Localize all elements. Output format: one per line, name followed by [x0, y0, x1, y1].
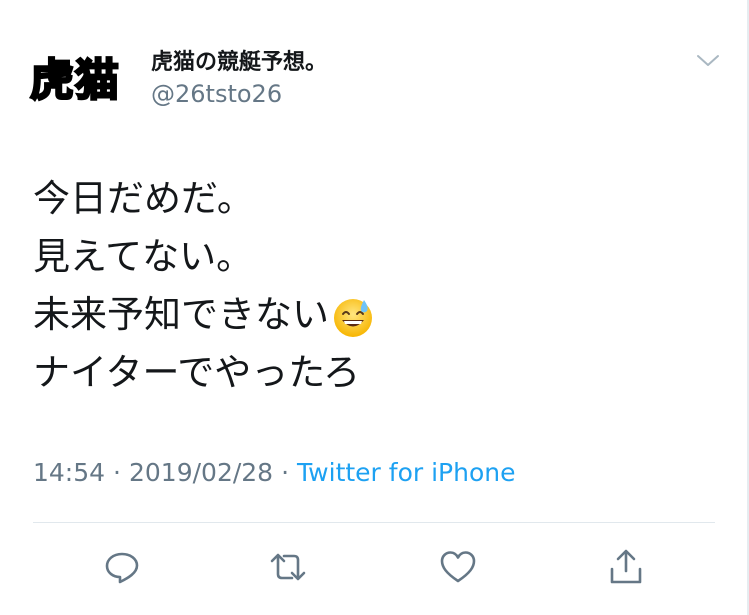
- tweet-meta: 14:54 · 2019/02/28 · Twitter for iPhone: [33, 458, 516, 487]
- share-icon: [606, 547, 646, 591]
- meta-separator: ·: [281, 458, 290, 487]
- tweet-date[interactable]: 2019/02/28: [129, 458, 273, 487]
- tweet-text: 今日だめだ。 見えてない。 未来予知できない ナイターでやったろ: [33, 170, 723, 402]
- tweet-source-link[interactable]: Twitter for iPhone: [297, 458, 515, 487]
- avatar-text: 虎猫: [29, 54, 121, 108]
- display-name[interactable]: 虎猫の競艇予想。: [151, 44, 327, 76]
- divider: [33, 522, 715, 523]
- chevron-down-icon[interactable]: [695, 50, 721, 70]
- tweet-line: 今日だめだ。: [33, 177, 254, 220]
- tweet-card: 虎猫 虎猫の競艇予想。 @26tsto26 今日だめだ。 見えてない。 未来予知…: [0, 0, 749, 615]
- action-bar: [0, 540, 749, 600]
- reply-icon: [102, 547, 142, 591]
- tweet-time: 14:54: [33, 458, 106, 487]
- reply-button[interactable]: [101, 548, 143, 590]
- like-button[interactable]: [437, 548, 479, 590]
- meta-separator: ·: [113, 458, 121, 487]
- heart-icon: [438, 547, 478, 591]
- grinning-face-with-sweat-icon: [331, 295, 375, 339]
- retweet-button[interactable]: [267, 548, 309, 590]
- tweet-line: 見えてない。: [33, 235, 254, 278]
- user-handle[interactable]: @26tsto26: [151, 80, 282, 108]
- retweet-icon: [268, 547, 308, 591]
- tweet-line: ナイターでやったろ: [33, 351, 361, 394]
- avatar[interactable]: 虎猫: [29, 44, 138, 108]
- tweet-line: 未来予知できない: [33, 286, 723, 344]
- share-button[interactable]: [605, 548, 647, 590]
- tweet-line-text: 未来予知できない: [33, 293, 329, 336]
